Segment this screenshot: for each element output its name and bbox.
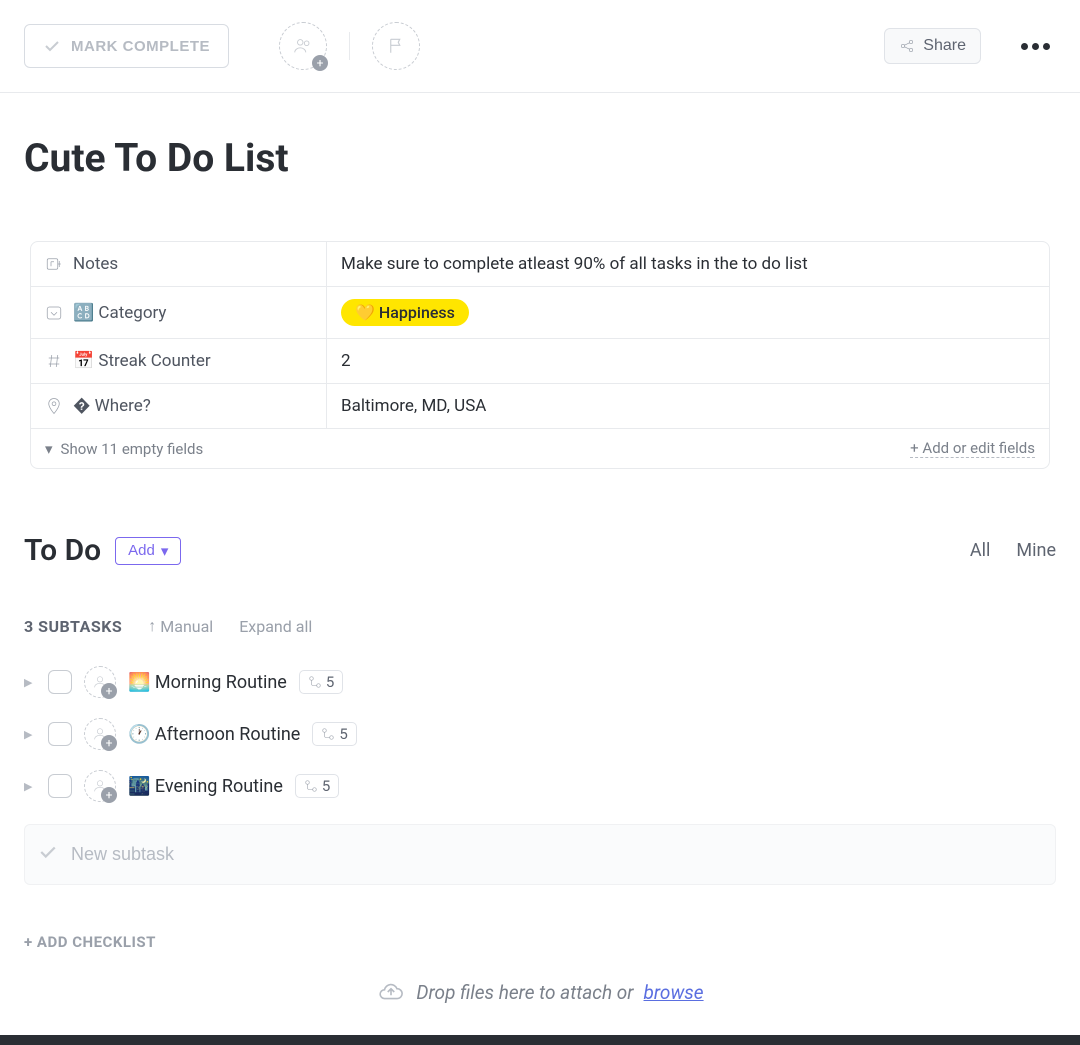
chevron-down-icon: ▾ <box>161 542 169 560</box>
dropdown-icon <box>45 304 63 322</box>
field-label: 📅 Streak Counter <box>31 339 327 383</box>
subtask-icon <box>308 675 322 689</box>
text-icon <box>45 255 63 273</box>
flag-icon <box>387 37 405 55</box>
subtask-title[interactable]: 🌃 Evening Routine <box>128 776 283 797</box>
subtask-title[interactable]: 🕐 Afternoon Routine <box>128 724 300 745</box>
category-tag[interactable]: 💛 Happiness <box>341 299 469 326</box>
people-icon <box>292 35 314 57</box>
add-label: Add <box>128 542 155 559</box>
field-value-streak[interactable]: 2 <box>327 339 1049 383</box>
field-value-notes[interactable]: Make sure to complete atleast 90% of all… <box>327 242 1049 286</box>
page-title[interactable]: Cute To Do List <box>24 135 1056 181</box>
subtask-icon <box>321 727 335 741</box>
field-name: 📅 Streak Counter <box>73 351 211 371</box>
assignee-button[interactable]: + <box>84 770 116 802</box>
browse-link[interactable]: browse <box>644 981 704 1004</box>
share-button[interactable]: Share <box>884 28 981 64</box>
chevron-down-icon: ▾ <box>45 440 53 458</box>
field-name: 🔠 Category <box>73 303 166 323</box>
subtask-count-badge[interactable]: 5 <box>312 722 356 746</box>
expand-all-button[interactable]: Expand all <box>239 617 312 636</box>
field-row-category: 🔠 Category 💛 Happiness <box>31 287 1049 339</box>
subtask-row: ▶ + 🕐 Afternoon Routine 5 <box>24 708 1056 760</box>
sort-button[interactable]: ↑ Manual <box>148 616 213 636</box>
count-value: 5 <box>322 777 330 795</box>
plus-icon: + <box>101 735 117 751</box>
dropzone-text: Drop files here to attach or <box>416 981 633 1004</box>
field-name: � Where? <box>73 396 151 416</box>
share-icon <box>899 38 915 54</box>
field-value-category[interactable]: 💛 Happiness <box>327 287 1049 338</box>
plus-icon: + <box>312 55 328 71</box>
filter-all[interactable]: All <box>970 540 991 561</box>
more-menu-button[interactable] <box>1015 37 1056 56</box>
expand-arrow-icon[interactable]: ▶ <box>24 676 36 689</box>
show-empty-label: Show 11 empty fields <box>61 440 204 458</box>
toolbar-divider <box>349 32 350 60</box>
assignee-button[interactable]: + <box>84 718 116 750</box>
todo-section-header: To Do Add ▾ All Mine <box>24 533 1056 568</box>
subtask-checkbox[interactable] <box>48 722 72 746</box>
assignee-button[interactable]: + <box>84 666 116 698</box>
mark-complete-label: MARK COMPLETE <box>71 38 210 55</box>
subtask-count-badge[interactable]: 5 <box>295 774 339 798</box>
count-value: 5 <box>339 725 347 743</box>
subtask-checkbox[interactable] <box>48 774 72 798</box>
file-dropzone[interactable]: Drop files here to attach or browse <box>0 951 1080 1023</box>
sort-label: Manual <box>160 617 213 636</box>
expand-arrow-icon[interactable]: ▶ <box>24 780 36 793</box>
subtask-count-badge[interactable]: 5 <box>299 670 343 694</box>
check-icon <box>39 843 57 866</box>
subtask-controls: 3 SUBTASKS ↑ Manual Expand all <box>24 616 1056 636</box>
custom-fields-table: Notes Make sure to complete atleast 90% … <box>30 241 1050 469</box>
subtask-count-label: 3 SUBTASKS <box>24 617 122 636</box>
field-name: Notes <box>73 254 118 274</box>
subtask-row: ▶ + 🌃 Evening Routine 5 <box>24 760 1056 812</box>
field-label: 🔠 Category <box>31 287 327 338</box>
todo-section-title: To Do <box>24 533 101 568</box>
expand-arrow-icon[interactable]: ▶ <box>24 728 36 741</box>
add-subtask-button[interactable]: Add ▾ <box>115 537 181 565</box>
bottom-bar <box>0 1035 1080 1045</box>
new-subtask-input[interactable] <box>71 844 1041 865</box>
field-row-notes: Notes Make sure to complete atleast 90% … <box>31 242 1049 287</box>
subtask-list: ▶ + 🌅 Morning Routine 5 ▶ + 🕐 Afternoon … <box>24 656 1056 812</box>
filter-mine[interactable]: Mine <box>1016 540 1056 561</box>
mark-complete-button[interactable]: MARK COMPLETE <box>24 24 229 68</box>
new-subtask-row[interactable] <box>24 824 1056 885</box>
toolbar: MARK COMPLETE + Share <box>0 0 1080 93</box>
count-value: 5 <box>326 673 334 691</box>
subtask-checkbox[interactable] <box>48 670 72 694</box>
fields-footer: ▾ Show 11 empty fields + Add or edit fie… <box>31 429 1049 468</box>
priority-flag-button[interactable] <box>372 22 420 70</box>
arrow-up-icon: ↑ <box>148 616 156 636</box>
subtask-row: ▶ + 🌅 Morning Routine 5 <box>24 656 1056 708</box>
filter-tabs: All Mine <box>970 540 1056 561</box>
add-edit-fields-button[interactable]: + Add or edit fields <box>910 439 1035 458</box>
number-icon <box>45 352 63 370</box>
field-row-streak: 📅 Streak Counter 2 <box>31 339 1049 384</box>
field-label: Notes <box>31 242 327 286</box>
show-empty-fields-button[interactable]: ▾ Show 11 empty fields <box>45 439 203 458</box>
plus-icon: + <box>101 787 117 803</box>
check-icon <box>43 37 61 55</box>
cloud-upload-icon <box>376 979 406 1005</box>
field-label: � Where? <box>31 384 327 428</box>
plus-icon: + <box>101 683 117 699</box>
share-label: Share <box>923 37 966 55</box>
field-value-where[interactable]: Baltimore, MD, USA <box>327 384 1049 428</box>
location-icon <box>45 397 63 415</box>
add-checklist-button[interactable]: + ADD CHECKLIST <box>24 933 1056 951</box>
assign-user-button[interactable]: + <box>279 22 327 70</box>
field-row-where: � Where? Baltimore, MD, USA <box>31 384 1049 429</box>
subtask-icon <box>304 779 318 793</box>
subtask-title[interactable]: 🌅 Morning Routine <box>128 672 287 693</box>
